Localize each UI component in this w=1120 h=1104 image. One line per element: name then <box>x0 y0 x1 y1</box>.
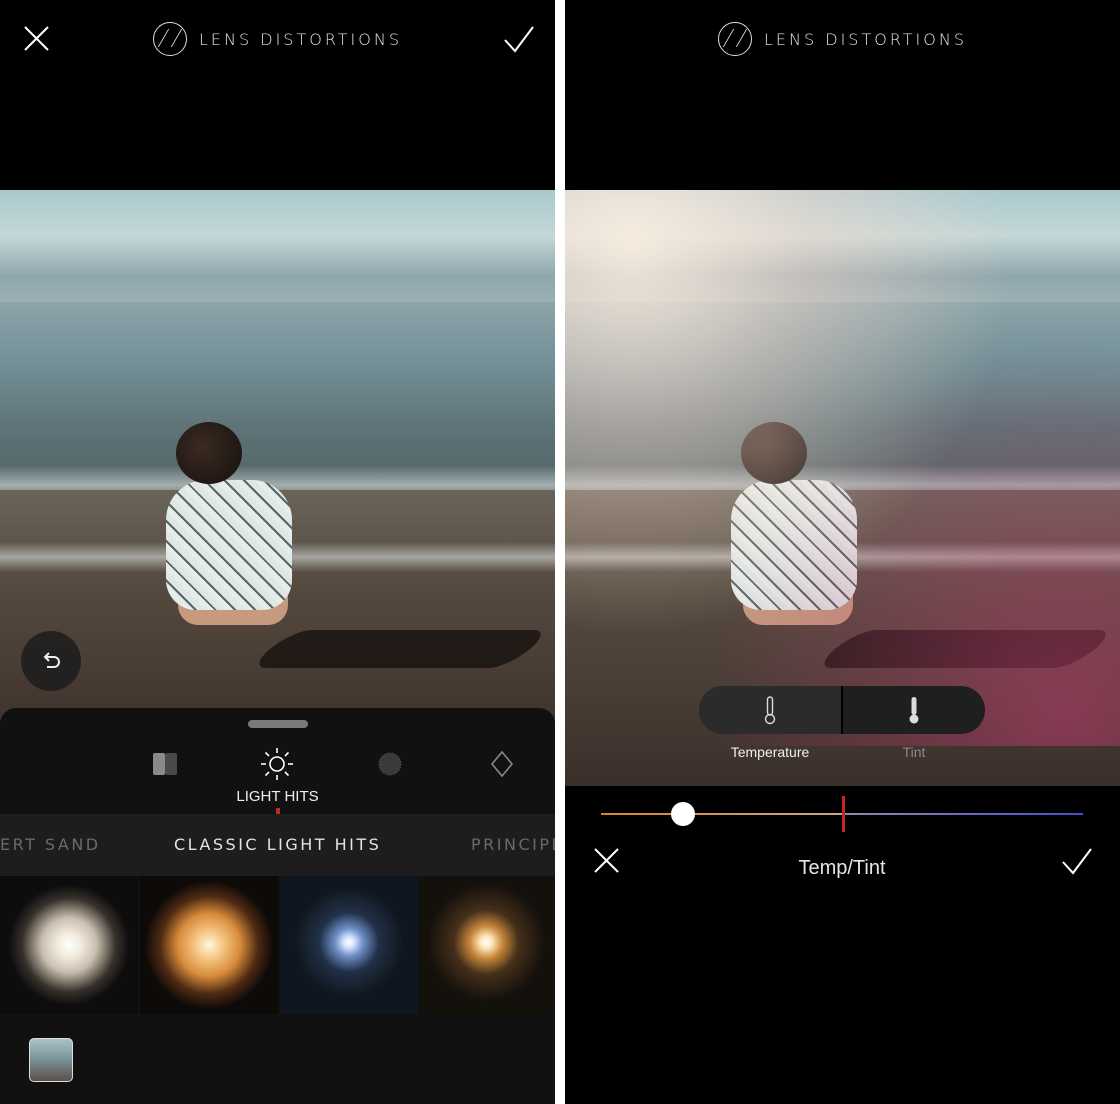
sky <box>0 190 555 305</box>
category-gradient-button[interactable] <box>147 746 183 782</box>
header: LENS DISTORTIONS <box>565 20 1120 58</box>
header: LENS DISTORTIONS <box>0 20 555 58</box>
category-texture-button[interactable] <box>372 746 408 782</box>
temperature-segment[interactable] <box>699 686 841 734</box>
preset-prev[interactable]: ERT SAND <box>0 835 101 854</box>
sun-icon <box>261 748 293 780</box>
app-title: LENS DISTORTIONS <box>199 29 402 49</box>
preset-next[interactable]: PRINCIPL <box>471 835 555 854</box>
thumbnail-warm-flare[interactable] <box>420 876 555 1014</box>
thumbnail-blue-flare[interactable] <box>280 876 418 1014</box>
category-label: LIGHT HITS <box>236 788 319 805</box>
slider-track-warm[interactable] <box>601 813 845 815</box>
photo-preview <box>0 190 555 750</box>
texture-dot-icon <box>378 752 402 776</box>
tint-thermometer-icon <box>909 697 919 724</box>
confirm-checkmark-icon[interactable] <box>502 22 536 56</box>
temperature-label[interactable]: Temperature <box>699 744 841 760</box>
right-panel: LENS DISTORTIONS Temperature Tint Temp/T… <box>565 0 1120 1104</box>
adjustment-title: Temp/Tint <box>798 857 886 879</box>
undo-button[interactable] <box>21 631 81 691</box>
preset-current[interactable]: CLASSIC LIGHT HITS <box>174 835 381 854</box>
slider-center-marker <box>842 796 845 832</box>
gradient-split-icon <box>153 753 177 775</box>
preset-carousel[interactable]: ERT SAND CLASSIC LIGHT HITS PRINCIPL <box>0 814 555 876</box>
app-title: LENS DISTORTIONS <box>764 29 967 49</box>
sheet-drag-handle[interactable] <box>248 720 308 728</box>
photo-preview <box>565 190 1120 786</box>
left-panel: LENS DISTORTIONS LIGHT HITS ERT SAND CLA… <box>0 0 555 1104</box>
thumbnail-warm-glow[interactable] <box>140 876 278 1014</box>
app-logo-icon <box>153 22 188 56</box>
adjustment-segmented-control[interactable] <box>699 686 985 734</box>
apply-checkmark-icon[interactable] <box>1060 844 1094 878</box>
slider-track-cool[interactable] <box>845 813 1083 815</box>
app-logo-icon <box>718 22 753 56</box>
diamond-icon <box>490 750 514 778</box>
light-leak-overlay <box>565 190 1120 746</box>
source-photo-thumbnail[interactable] <box>29 1038 73 1082</box>
cancel-icon[interactable] <box>590 844 624 878</box>
tint-segment[interactable] <box>843 686 985 734</box>
thermometer-icon <box>764 696 776 725</box>
thumbnail-white-glow[interactable] <box>0 876 138 1014</box>
category-light-hits-button[interactable] <box>259 746 295 782</box>
effects-sheet: LIGHT HITS ERT SAND CLASSIC LIGHT HITS P… <box>0 708 555 1104</box>
category-prism-button[interactable] <box>484 746 520 782</box>
temperature-slider-knob[interactable] <box>670 802 695 826</box>
child <box>166 480 292 610</box>
tint-label[interactable]: Tint <box>843 744 985 760</box>
child-shadow <box>247 630 553 668</box>
undo-icon <box>43 652 60 668</box>
